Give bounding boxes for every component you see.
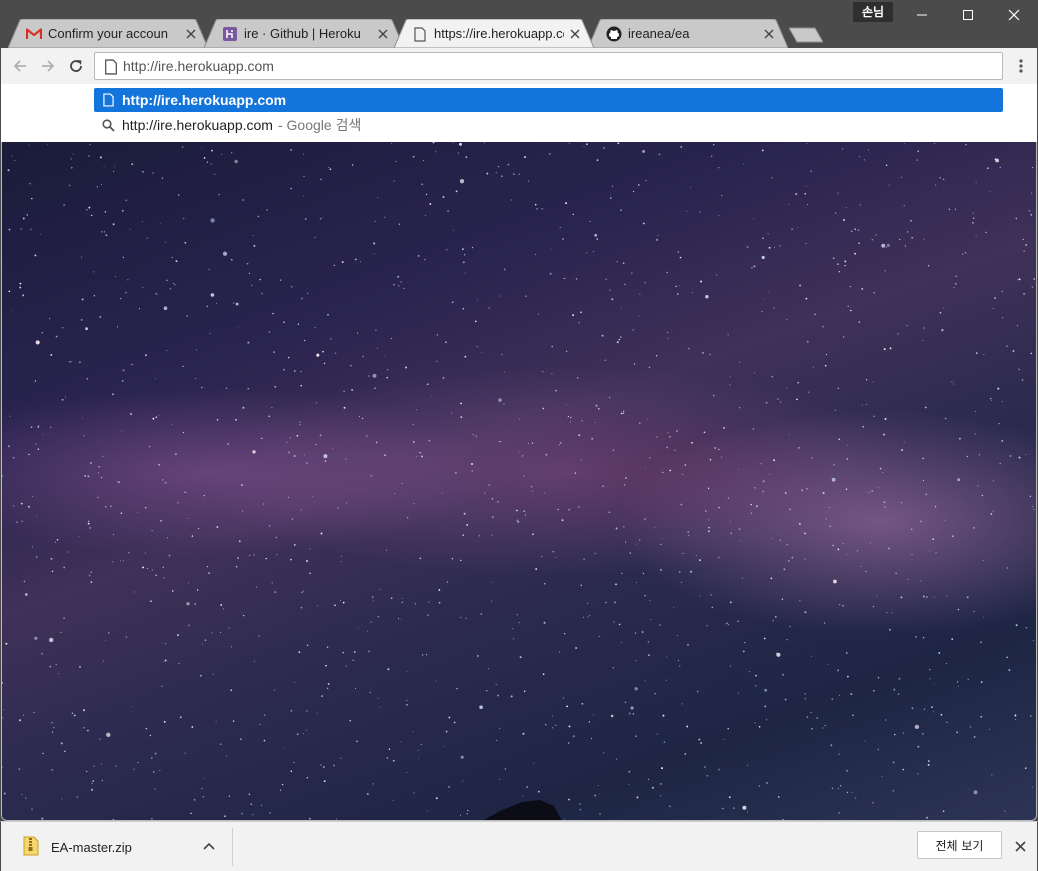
window-titlebar: 손님 Confirm your account o ire · Github |… [0,0,1038,48]
minimize-icon [917,14,927,16]
tab-title: ire · Github | Heroku [244,26,361,41]
tab-active-heroku-app[interactable]: https://ire.herokuapp.co [394,19,594,48]
suggestion-search[interactable]: http://ire.herokuapp.com - Google 검색 [94,113,1003,137]
page-icon [94,93,122,107]
reload-icon [70,60,82,72]
tab-title: ireanea/ea [628,26,690,41]
chrome-menu-button[interactable] [1011,56,1031,76]
address-input[interactable] [123,56,983,76]
close-shelf-button[interactable] [1011,837,1029,855]
milky-way-background-image [2,142,1036,820]
forward-arrow-icon [42,60,55,72]
maximize-button[interactable] [945,0,991,30]
download-shelf: EA-master.zip 전체 보기 [0,821,1038,871]
tab-close-icon[interactable] [762,27,776,41]
maximize-icon [963,10,973,20]
back-arrow-icon [13,60,26,72]
search-icon [94,118,122,132]
zip-file-icon [23,836,39,856]
profile-badge[interactable]: 손님 [853,2,893,22]
browser-toolbar [0,48,1038,84]
close-icon [1008,9,1020,21]
tab-heroku[interactable]: ire · Github | Heroku [204,19,404,48]
starfield [2,142,1035,820]
close-icon [1014,840,1026,852]
tab-gmail[interactable]: Confirm your account o [8,19,208,48]
tab-close-icon[interactable] [568,27,582,41]
heroku-icon [222,26,238,42]
show-all-downloads-button[interactable]: 전체 보기 [917,831,1002,859]
chevron-up-icon[interactable] [201,838,217,854]
tab-github[interactable]: ireanea/ea [588,19,788,48]
gmail-icon [26,26,42,42]
new-tab-button[interactable] [788,27,824,43]
page-content[interactable] [1,142,1037,821]
suggestion-url[interactable]: http://ire.herokuapp.com [94,88,1003,112]
tab-close-icon[interactable] [184,27,198,41]
forward-button[interactable] [38,56,58,76]
tab-title: https://ire.herokuapp.co [434,26,564,41]
tab-title: Confirm your account o [48,26,168,41]
tab-close-icon[interactable] [376,27,390,41]
address-bar[interactable] [94,52,1003,80]
omnibox-suggestions: http://ire.herokuapp.com http://ire.hero… [0,84,1038,142]
suggestion-text: http://ire.herokuapp.com [122,117,273,133]
page-icon [105,59,117,75]
download-filename: EA-master.zip [51,840,132,855]
page-icon [412,26,428,42]
close-window-button[interactable] [991,0,1037,30]
suggestion-text: http://ire.herokuapp.com [122,92,287,108]
minimize-button[interactable] [899,0,945,30]
download-item[interactable]: EA-master.zip [15,828,233,866]
suggestion-suffix: - Google 검색 [277,117,362,133]
github-icon [606,26,622,42]
kebab-menu-icon [1019,59,1023,73]
reload-button[interactable] [66,56,86,76]
back-button[interactable] [10,56,30,76]
